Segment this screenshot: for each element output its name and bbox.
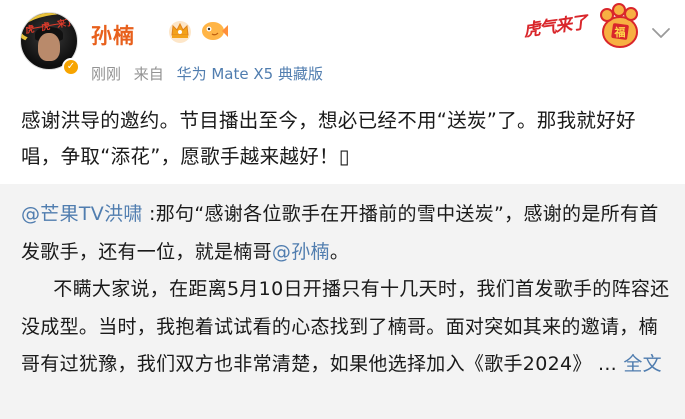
post-meta: 刚刚 来自 华为 Mate X5 典藏版 [91, 63, 323, 84]
post-content: 感谢洪导的邀约。节目播出至今，想必已经不用“送炭”了。那我就好好唱，争取“添花”… [21, 109, 636, 168]
verified-badge-icon: ✓ [62, 58, 80, 76]
paw-label: 福 [614, 25, 626, 39]
repost-content: @芒果TV洪啸 :那句“感谢各位歌手在开播前的雪中送炭”，感谢的是所有首发歌手，… [21, 196, 671, 384]
post-header: 虎一虎一来了 ✓ 孙楠 刚刚 来自 华为 Mate X5 典藏版 虎气来了 福 [0, 0, 685, 90]
repost-author-mention[interactable]: @芒果TV洪啸 [21, 203, 143, 225]
chevron-down-icon[interactable] [651, 26, 671, 40]
fan-badge-icon[interactable] [200, 20, 228, 42]
repost-text-1-end: 。 [329, 240, 350, 263]
mention-link[interactable]: @孙楠 [272, 241, 330, 263]
repost-text-2: 不瞒大家说，在距离5月10日开播只有十几天时，我们首发歌手的阵容还没成型。当时，… [21, 278, 670, 375]
vip-crown-icon[interactable] [167, 18, 193, 44]
post-source-label: 来自 [133, 65, 164, 83]
repost-card[interactable]: @芒果TV洪啸 :那句“感谢各位歌手在开播前的雪中送炭”，感谢的是所有首发歌手，… [0, 184, 685, 419]
tiger-paw-icon[interactable]: 福 [590, 2, 642, 50]
post-device[interactable]: 华为 Mate X5 典藏版 [177, 65, 323, 83]
user-name[interactable]: 孙楠 [91, 20, 135, 50]
repost-paragraph-2: 不瞒大家说，在距离5月10日开播只有十几天时，我们首发歌手的阵容还没成型。当时，… [21, 271, 671, 384]
expand-full-text-link[interactable]: 全文 [623, 353, 662, 375]
sticker-text: 虎气来了 [522, 12, 589, 42]
post-time: 刚刚 [91, 65, 122, 83]
